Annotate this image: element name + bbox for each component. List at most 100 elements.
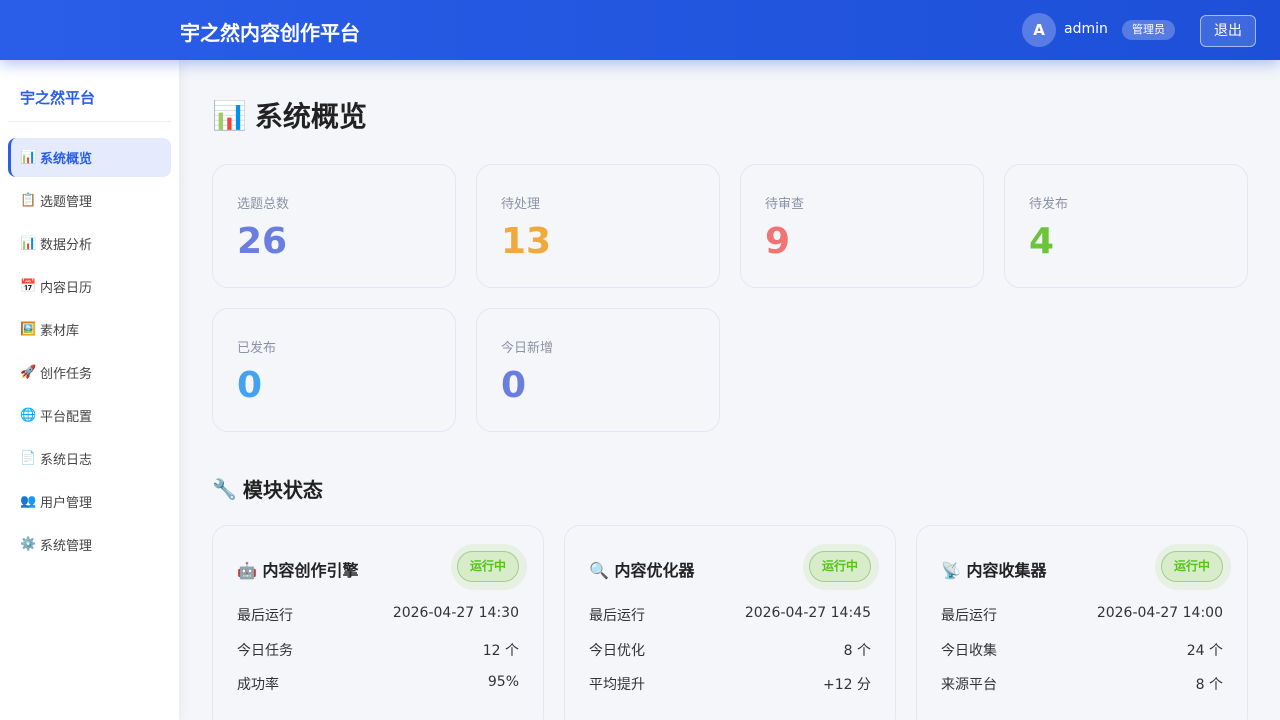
row-key: 今日收集 — [941, 643, 997, 659]
avatar[interactable]: A — [1022, 13, 1056, 47]
sidebar-item-materials[interactable]: 🖼️ 素材库 — [8, 310, 171, 349]
stat-label: 选题总数 — [237, 197, 290, 212]
row-key: 最后运行 — [237, 608, 293, 624]
module-name-text: 内容收集器 — [966, 561, 1047, 580]
sidebar-item-label: 平台配置 — [40, 410, 93, 425]
sidebar-item-logs[interactable]: 📄 系统日志 — [8, 439, 171, 478]
stat-card-pending: 待处理 13 — [476, 164, 720, 288]
stat-card-total-topics: 选题总数 26 — [212, 164, 456, 288]
sidebar-item-label: 数据分析 — [40, 238, 93, 253]
module-row: 今日收集 24 个 — [941, 640, 1223, 660]
row-key: 成功率 — [237, 677, 279, 693]
module-row: 最后运行 2026-04-27 14:00 — [941, 605, 1223, 625]
rocket-icon: 🚀 — [20, 365, 37, 380]
clipboard-icon: 📋 — [20, 193, 37, 208]
magnifier-icon: 🔍 — [589, 561, 609, 580]
row-value: 8 个 — [843, 643, 871, 659]
bar-chart-icon: 📊 — [212, 98, 247, 132]
status-badge-halo: 运行中 — [803, 544, 879, 590]
gear-icon: ⚙️ — [20, 537, 37, 552]
module-name: 🔍 内容优化器 — [589, 557, 695, 581]
stat-card-published: 已发布 0 — [212, 308, 456, 432]
module-row: 今日任务 12 个 — [237, 640, 519, 660]
sidebar-item-platforms[interactable]: 🌐 平台配置 — [8, 396, 171, 435]
stat-value: 4 — [1029, 221, 1055, 262]
module-row: 最后运行 2026-04-27 14:30 — [237, 605, 519, 625]
sidebar-item-label: 素材库 — [40, 324, 80, 339]
robot-icon: 🤖 — [237, 561, 257, 580]
stat-value: 9 — [765, 221, 791, 262]
sidebar-brand: 宇之然平台 — [20, 89, 96, 107]
sidebar-item-tasks[interactable]: 🚀 创作任务 — [8, 353, 171, 392]
row-value: +12 分 — [823, 677, 871, 693]
row-key: 今日优化 — [589, 643, 645, 659]
sidebar-item-label: 创作任务 — [40, 367, 93, 382]
sidebar-item-label: 内容日历 — [40, 281, 93, 296]
stat-value: 0 — [501, 365, 527, 406]
sidebar-item-label: 选题管理 — [40, 195, 93, 210]
page-title: 📊 系统概览 — [212, 95, 367, 135]
status-badge: 运行中 — [809, 551, 871, 582]
row-value: 2026-04-27 14:30 — [392, 605, 519, 621]
module-card-collector: 📡 内容收集器 运行中 最后运行 2026-04-27 14:00 今日收集 2… — [916, 525, 1248, 720]
section-title-text: 模块状态 — [242, 478, 323, 502]
satellite-icon: 📡 — [941, 561, 961, 580]
module-name: 📡 内容收集器 — [941, 557, 1047, 581]
module-name: 🤖 内容创作引擎 — [237, 557, 359, 581]
username: admin — [1064, 21, 1108, 37]
stat-label: 待处理 — [501, 197, 541, 212]
sidebar-divider — [8, 121, 171, 122]
row-value: 24 个 — [1186, 643, 1223, 659]
sidebar: 宇之然平台 📊 系统概览 📋 选题管理 📊 数据分析 📅 内容日历 🖼️ 素材库… — [0, 60, 179, 720]
sidebar-item-label: 系统概览 — [40, 152, 93, 167]
document-icon: 📄 — [20, 451, 37, 466]
picture-icon: 🖼️ — [20, 322, 37, 337]
calendar-icon: 📅 — [20, 279, 37, 294]
users-icon: 👥 — [20, 494, 37, 509]
stat-label: 今日新增 — [501, 341, 554, 356]
status-badge-halo: 运行中 — [1155, 544, 1231, 590]
row-key: 最后运行 — [589, 608, 645, 624]
stat-value: 13 — [501, 221, 552, 262]
sidebar-item-topics[interactable]: 📋 选题管理 — [8, 181, 171, 220]
page-title-text: 系统概览 — [254, 100, 367, 133]
module-row: 今日优化 8 个 — [589, 640, 871, 660]
bar-chart-icon: 📊 — [20, 150, 37, 165]
stat-label: 待审查 — [765, 197, 805, 212]
stat-card-to-publish: 待发布 4 — [1004, 164, 1248, 288]
stat-label: 待发布 — [1029, 197, 1069, 212]
module-row: 来源平台 8 个 — [941, 674, 1223, 694]
stat-label: 已发布 — [237, 341, 277, 356]
role-badge: 管理员 — [1122, 20, 1175, 40]
status-badge: 运行中 — [457, 551, 519, 582]
module-card-optimizer: 🔍 内容优化器 运行中 最后运行 2026-04-27 14:45 今日优化 8… — [564, 525, 896, 720]
module-card-creation-engine: 🤖 内容创作引擎 运行中 最后运行 2026-04-27 14:30 今日任务 … — [212, 525, 544, 720]
sidebar-item-label: 用户管理 — [40, 496, 93, 511]
stat-value: 0 — [237, 365, 263, 406]
bar-chart-icon: 📊 — [20, 236, 37, 251]
module-row: 最后运行 2026-04-27 14:45 — [589, 605, 871, 625]
stat-card-review: 待审查 9 — [740, 164, 984, 288]
module-row: 成功率 95% — [237, 674, 519, 694]
sidebar-item-system[interactable]: ⚙️ 系统管理 — [8, 525, 171, 564]
row-key: 最后运行 — [941, 608, 997, 624]
status-badge-halo: 运行中 — [451, 544, 527, 590]
row-value: 8 个 — [1195, 677, 1223, 693]
sidebar-item-users[interactable]: 👥 用户管理 — [8, 482, 171, 521]
status-badge: 运行中 — [1161, 551, 1223, 582]
row-key: 来源平台 — [941, 677, 997, 693]
sidebar-item-overview[interactable]: 📊 系统概览 — [8, 138, 171, 177]
section-title-modules: 🔧 模块状态 — [212, 474, 323, 503]
logout-button[interactable]: 退出 — [1200, 15, 1256, 47]
module-name-text: 内容创作引擎 — [262, 561, 359, 580]
sidebar-item-calendar[interactable]: 📅 内容日历 — [8, 267, 171, 306]
sidebar-item-label: 系统管理 — [40, 539, 93, 554]
app-title: 宇之然内容创作平台 — [180, 21, 360, 45]
module-name-text: 内容优化器 — [614, 561, 695, 580]
stat-value: 26 — [237, 221, 288, 262]
row-value: 95% — [487, 674, 519, 690]
sidebar-item-label: 系统日志 — [40, 453, 93, 468]
wrench-icon: 🔧 — [212, 476, 237, 501]
sidebar-item-analytics[interactable]: 📊 数据分析 — [8, 224, 171, 263]
row-value: 12 个 — [482, 643, 519, 659]
